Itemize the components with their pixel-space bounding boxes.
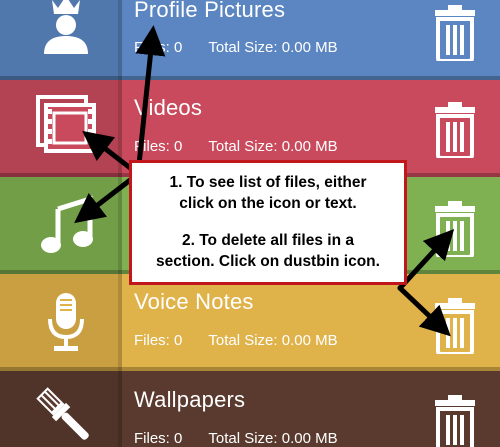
row-stats: Files: 0 Total Size: 0.00 MB — [134, 332, 338, 349]
music-note-icon[interactable] — [36, 195, 96, 255]
files-count: Files: 0 — [134, 430, 183, 447]
callout-line-1: 1. To see list of files, either — [169, 174, 367, 191]
section-row-profile-pictures[interactable]: Profile Pictures Files: 0 Total Size: 0.0… — [0, 0, 500, 80]
instruction-callout: 1. To see list of files, either click on… — [129, 160, 407, 285]
row-stats: Files: 0 Total Size: 0.00 MB — [134, 430, 338, 447]
row-stripe — [118, 0, 122, 80]
row-stats: Files: 0 Total Size: 0.00 MB — [134, 138, 338, 155]
callout-line-2: click on the icon or text. — [179, 195, 357, 212]
total-size: Total Size: 0.00 MB — [208, 39, 338, 56]
callout-line-3: 2. To delete all files in a — [182, 232, 354, 249]
delete-trash-icon[interactable] — [433, 201, 477, 259]
total-size: Total Size: 0.00 MB — [208, 332, 338, 349]
delete-trash-icon[interactable] — [433, 102, 477, 160]
section-row-voice-notes[interactable]: Voice Notes Files: 0 Total Size: 0.00 MB — [0, 274, 500, 371]
row-title[interactable]: Videos — [134, 95, 202, 121]
row-stripe — [118, 371, 122, 447]
row-stripe — [118, 177, 122, 274]
row-title[interactable]: Voice Notes — [134, 289, 254, 315]
row-stripe — [118, 80, 122, 177]
section-row-wallpapers[interactable]: Wallpapers Files: 0 Total Size: 0.00 MB — [0, 371, 500, 447]
files-count: Files: 0 — [134, 332, 183, 349]
files-count: Files: 0 — [134, 138, 183, 155]
paintbrush-icon[interactable] — [36, 387, 96, 447]
microphone-icon[interactable] — [36, 292, 96, 352]
total-size: Total Size: 0.00 MB — [208, 430, 338, 447]
film-icon[interactable] — [36, 94, 96, 154]
delete-trash-icon[interactable] — [433, 298, 477, 356]
row-title[interactable]: Wallpapers — [134, 387, 245, 413]
delete-trash-icon[interactable] — [433, 5, 477, 63]
row-stats: Files: 0 Total Size: 0.00 MB — [134, 39, 338, 56]
profile-icon[interactable] — [36, 0, 96, 54]
row-stripe — [118, 274, 122, 371]
row-title[interactable]: Profile Pictures — [134, 0, 285, 23]
total-size: Total Size: 0.00 MB — [208, 138, 338, 155]
files-count: Files: 0 — [134, 39, 183, 56]
delete-trash-icon[interactable] — [433, 395, 477, 447]
callout-line-4: section. Click on dustbin icon. — [156, 253, 380, 270]
